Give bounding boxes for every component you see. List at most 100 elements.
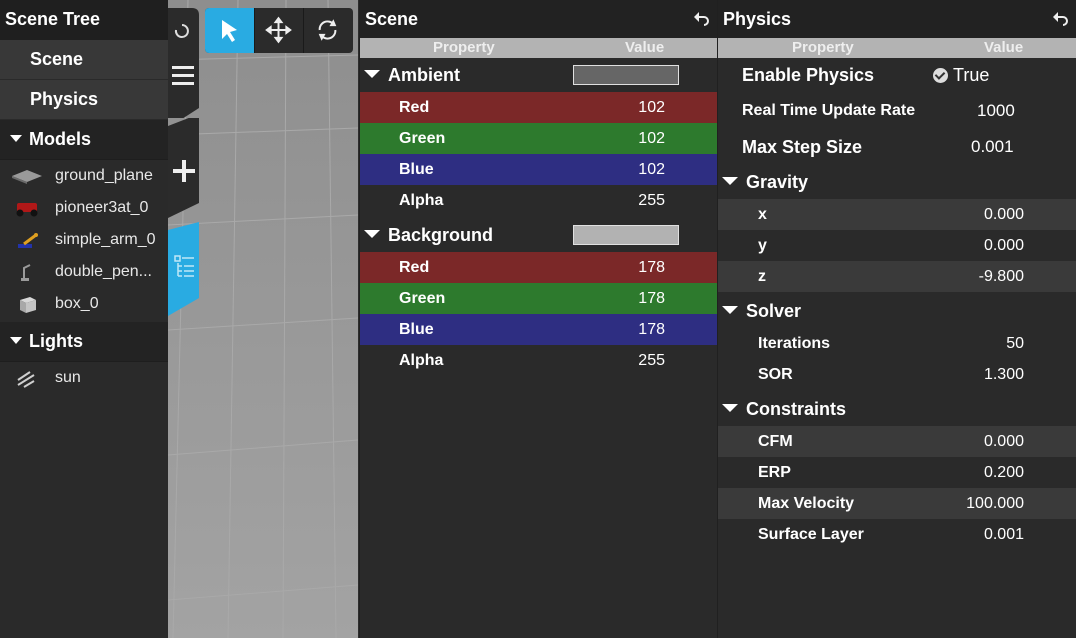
ambient-alpha-row[interactable]: Alpha 255	[360, 185, 717, 216]
row-label: Green	[399, 130, 446, 147]
tree-nav-scene[interactable]: Scene	[0, 40, 168, 80]
light-name: sun	[55, 369, 81, 386]
rotate-icon	[318, 19, 337, 41]
real-time-update-rate-row[interactable]: Real Time Update Rate 1000	[718, 92, 1076, 129]
row-label: Real Time Update Rate	[742, 102, 916, 119]
background-color-swatch[interactable]	[573, 225, 679, 245]
model-item-box[interactable]: box_0	[0, 288, 168, 320]
solver-sor-row[interactable]: SOR 1.300	[718, 359, 1076, 390]
constraints-max-velocity-row[interactable]: Max Velocity 100.000	[718, 488, 1076, 519]
ambient-color-swatch[interactable]	[573, 65, 679, 85]
row-value[interactable]: 178	[638, 283, 665, 314]
value-column-header: Value	[625, 39, 665, 56]
ambient-green-row[interactable]: Green 102	[360, 123, 717, 154]
model-item-pioneer3at[interactable]: pioneer3at_0	[0, 192, 168, 224]
background-group-header[interactable]: Background	[360, 218, 717, 252]
constraints-cfm-row[interactable]: CFM 0.000	[718, 426, 1076, 457]
scene-panel-header: Scene	[360, 0, 717, 38]
viewport-side-tabs	[168, 0, 199, 330]
row-value[interactable]: 0.000	[984, 230, 1024, 261]
row-label: x	[758, 206, 767, 223]
lights-section-header[interactable]: Lights	[0, 322, 168, 362]
physics-table-header: Property Value	[718, 38, 1076, 58]
models-section-header[interactable]: Models	[0, 120, 168, 160]
row-label: Red	[399, 259, 430, 276]
row-value[interactable]: -9.800	[979, 261, 1024, 292]
max-step-size-row[interactable]: Max Step Size 0.001	[718, 129, 1076, 165]
expand-triangle-icon	[722, 177, 738, 185]
row-value[interactable]: 0.000	[984, 199, 1024, 230]
model-item-simple-arm[interactable]: simple_arm_0	[0, 224, 168, 256]
gravity-group-header[interactable]: Gravity	[718, 165, 1076, 199]
row-value[interactable]: 1000	[977, 92, 1015, 129]
reset-icon[interactable]	[693, 9, 711, 27]
row-value[interactable]: 1.300	[984, 359, 1024, 390]
checkmark-icon	[933, 68, 948, 83]
row-value[interactable]: 100.000	[966, 488, 1024, 519]
background-green-row[interactable]: Green 178	[360, 283, 717, 314]
model-name: double_pen...	[55, 263, 152, 280]
row-label: Green	[399, 290, 446, 307]
row-label: Max Velocity	[758, 495, 855, 512]
solver-label: Solver	[746, 301, 802, 321]
constraints-label: Constraints	[746, 399, 847, 419]
row-label: z	[758, 268, 766, 285]
row-label: Alpha	[399, 192, 444, 209]
background-red-row[interactable]: Red 178	[360, 252, 717, 283]
translate-mode-button[interactable]	[254, 8, 303, 53]
scene-tree-panel: Scene Tree Scene Physics Models ground_p…	[0, 0, 168, 638]
menu-tab[interactable]	[168, 8, 199, 118]
background-blue-row[interactable]: Blue 178	[360, 314, 717, 345]
expand-triangle-icon	[364, 230, 380, 238]
row-value[interactable]: 255	[638, 345, 665, 376]
row-label: Max Step Size	[742, 137, 863, 157]
models-label: Models	[29, 129, 92, 149]
rotate-mode-button[interactable]	[303, 8, 352, 53]
row-value[interactable]: 0.001	[984, 519, 1024, 550]
model-item-double-pendulum[interactable]: double_pen...	[0, 256, 168, 288]
model-item-ground-plane[interactable]: ground_plane	[0, 160, 168, 192]
move-arrows-icon	[265, 16, 292, 44]
row-value[interactable]: 0.200	[984, 457, 1024, 488]
reset-icon[interactable]	[1052, 9, 1070, 27]
row-value[interactable]: 102	[638, 123, 665, 154]
light-item-sun[interactable]: sun	[0, 362, 168, 394]
enable-physics-row[interactable]: Enable Physics True	[718, 58, 1076, 92]
pendulum-icon	[21, 264, 31, 281]
enable-physics-value: True	[953, 65, 990, 85]
gravity-label: Gravity	[746, 172, 809, 192]
row-label: Enable Physics	[742, 65, 875, 85]
select-mode-button[interactable]	[205, 8, 254, 53]
row-value[interactable]: 178	[638, 252, 665, 283]
row-value[interactable]: 255	[638, 185, 665, 216]
row-label: Blue	[399, 321, 434, 338]
row-value[interactable]: 178	[638, 314, 665, 345]
constraints-erp-row[interactable]: ERP 0.200	[718, 457, 1076, 488]
scene-tree-title: Scene Tree	[0, 0, 168, 40]
scene-panel-title: Scene	[365, 9, 419, 29]
property-column-header: Property	[792, 39, 854, 56]
constraints-group-header[interactable]: Constraints	[718, 392, 1076, 426]
background-alpha-row[interactable]: Alpha 255	[360, 345, 717, 376]
gravity-z-row[interactable]: z -9.800	[718, 261, 1076, 292]
ambient-group-header[interactable]: Ambient	[360, 58, 717, 92]
row-value[interactable]: 50	[1006, 328, 1024, 359]
tree-tab[interactable]	[168, 218, 199, 318]
row-value[interactable]: 102	[638, 92, 665, 123]
row-value[interactable]: 102	[638, 154, 665, 185]
row-value[interactable]: 0.001	[971, 129, 1014, 165]
insert-tab[interactable]	[168, 118, 199, 218]
solver-iterations-row[interactable]: Iterations 50	[718, 328, 1076, 359]
solver-group-header[interactable]: Solver	[718, 294, 1076, 328]
constraints-surface-layer-row[interactable]: Surface Layer 0.001	[718, 519, 1076, 550]
gravity-x-row[interactable]: x 0.000	[718, 199, 1076, 230]
physics-properties-panel: Physics Property Value Enable Physics Tr…	[717, 0, 1076, 638]
gravity-y-row[interactable]: y 0.000	[718, 230, 1076, 261]
enable-physics-toggle[interactable]: True	[933, 58, 989, 92]
ambient-red-row[interactable]: Red 102	[360, 92, 717, 123]
ambient-label: Ambient	[388, 65, 460, 85]
row-label: y	[758, 237, 767, 254]
row-value[interactable]: 0.000	[984, 426, 1024, 457]
tree-nav-physics[interactable]: Physics	[0, 80, 168, 120]
ambient-blue-row[interactable]: Blue 102	[360, 154, 717, 185]
